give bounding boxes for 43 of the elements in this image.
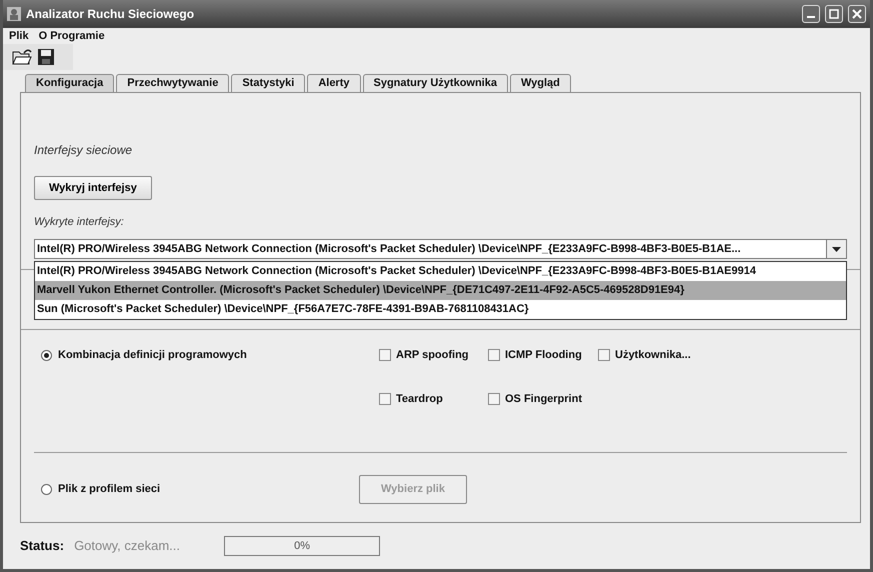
section-title: Interfejsy sieciowe (34, 142, 134, 157)
tab[interactable]: Alerty (307, 74, 360, 92)
radio-circle[interactable] (41, 484, 52, 495)
tab[interactable]: Statystyki (231, 74, 306, 92)
checkbox[interactable] (598, 349, 610, 361)
checkbox-label: ARP spoofing (396, 348, 469, 363)
radio-label: Kombinacja definicji programowych (58, 348, 247, 363)
close-button[interactable] (848, 5, 866, 23)
menu-item[interactable]: Plik (9, 28, 29, 44)
app-icon (7, 7, 21, 21)
radio-circle[interactable] (41, 350, 52, 360)
minimize-icon (807, 16, 815, 18)
checkbox[interactable] (379, 393, 391, 405)
checkbox[interactable] (379, 349, 391, 361)
menu-item[interactable]: O Programie (38, 28, 105, 44)
dropdown-option[interactable]: Marvell Yukon Ethernet Controller. (Microsoft's Packet Scheduler) \Device\NPF_{DE71C497-2E11-4F92-A5C5-469528D91E94} (35, 281, 846, 300)
maximize-button[interactable] (825, 5, 843, 23)
tab[interactable]: Konfiguracja (25, 74, 114, 92)
dropdown-option[interactable]: Sun (Microsoft's Packet Scheduler) \Device\NPF_{F56A7E7C-78FE-4391-B9AB-7681108431AC} (35, 300, 846, 319)
interface-dropdown[interactable]: Intel(R) PRO/Wireless 3945ABG Network Connection (Microsoft's Packet Scheduler) \Device\NPF_{E233A9FC-B998-4BF3-B0E5-B1AE... (34, 239, 847, 259)
checkbox-label: Teardrop (396, 392, 443, 407)
dropdown-option[interactable]: Intel(R) PRO/Wireless 3945ABG Network Connection (Microsoft's Packet Scheduler) \Device\NPF_{E233A9FC-B998-4BF3-B0E5-B1AE9914 (35, 262, 846, 281)
tab[interactable]: Wygląd (510, 74, 571, 92)
checkbox-label: OS Fingerprint (505, 392, 582, 407)
minimize-button[interactable] (802, 5, 820, 23)
tab[interactable]: Przechwytywanie (116, 74, 230, 92)
status-label: Status: (20, 537, 64, 556)
radio-label: Plik z profilem sieci (58, 482, 160, 498)
field-label: Wykryte interfejsy: (34, 215, 125, 230)
maximize-icon (829, 9, 839, 19)
checkbox-label: Użytkownika... (615, 348, 691, 363)
tab[interactable]: Sygnatury Użytkownika (362, 74, 508, 92)
radio-button[interactable]: Kombinacja definicji programowych (41, 346, 379, 364)
progress-text: 0% (294, 538, 310, 554)
checkbox[interactable] (488, 393, 500, 405)
status-text: Gotowy, czekam... (74, 537, 182, 556)
window-title: Analizator Ruchu Sieciowego (26, 6, 194, 23)
save-icon[interactable] (35, 46, 57, 68)
close-icon (852, 9, 862, 19)
checkbox[interactable] (488, 349, 500, 361)
checkbox-label: ICMP Flooding (505, 348, 582, 363)
radio-button[interactable]: Plik z profilem sieci (41, 481, 359, 498)
detect-button[interactable]: Wykryj interfejsy (34, 176, 152, 200)
